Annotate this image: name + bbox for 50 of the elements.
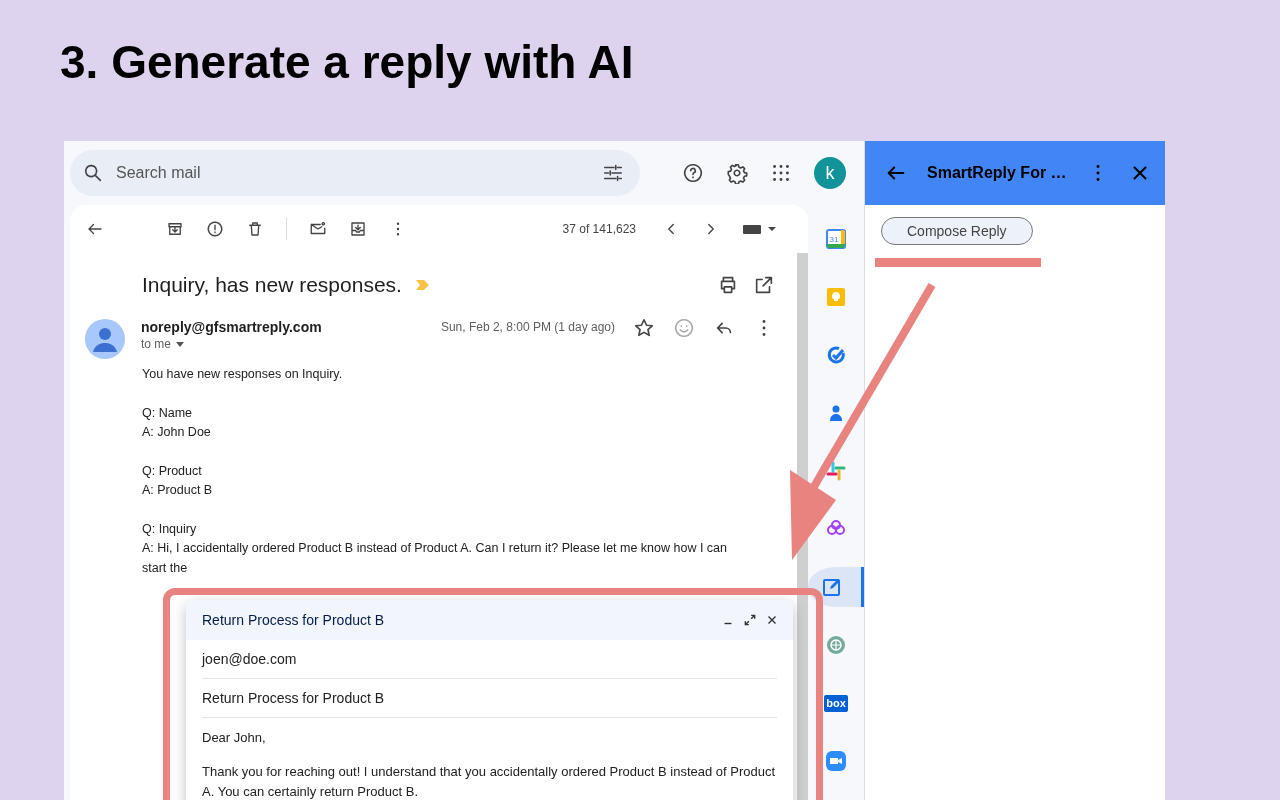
open-in-new-icon[interactable] [753, 274, 775, 296]
email-date: Sun, Feb 2, 8:00 PM (1 day ago) [440, 319, 615, 336]
email-body-line: Q: Inquiry [142, 520, 198, 538]
email-body-line: A: Hi, I accidentally ordered Product B instead of Product A. Can I return it? Please let me know how I can [142, 540, 729, 557]
search-icon [82, 162, 104, 184]
settings-icon[interactable] [726, 162, 748, 184]
star-icon[interactable] [633, 317, 655, 339]
subject-field[interactable]: Return Process for Product B [202, 679, 777, 718]
report-icon[interactable] [206, 220, 224, 238]
archive-icon[interactable] [166, 220, 184, 238]
email-body-line: Q: Product [142, 462, 203, 480]
compose-title: Return Process for Product B [202, 612, 385, 628]
expand-icon[interactable] [743, 613, 757, 627]
email-body-line: You have new responses on Inquiry. [142, 366, 344, 383]
side-app-button[interactable]: box [816, 683, 856, 723]
check-circle-icon [826, 345, 846, 365]
search-field[interactable]: Search mail [114, 163, 592, 183]
hash-icon [826, 461, 846, 481]
logo-icon: box [824, 694, 848, 712]
apps-grid-icon[interactable] [770, 162, 792, 184]
addon-title: SmartReply For … [927, 164, 1067, 182]
video-camera-icon [826, 751, 846, 771]
knot-icon [826, 635, 846, 655]
calendar-icon: 31 [826, 229, 846, 249]
lightbulb-icon [826, 287, 846, 307]
email-body-line: A: John Doe [142, 424, 212, 441]
email-body-line: Q: Name [142, 404, 193, 422]
account-avatar[interactable]: k [814, 157, 846, 189]
email-body-line: start the [142, 559, 189, 577]
trash-icon[interactable] [246, 220, 264, 238]
edit-icon [821, 577, 842, 597]
recipient-dropdown[interactable]: to me [141, 337, 322, 351]
filter-sliders-icon[interactable] [602, 162, 624, 184]
recipient-field[interactable]: joen@doe.com [202, 640, 777, 679]
slide-title: 3. Generate a reply with AI [59, 35, 635, 89]
help-icon[interactable] [682, 162, 704, 184]
compose-body-paragraph: Dear John, [202, 729, 267, 747]
avatar-silhouette-icon [85, 319, 125, 359]
side-app-button[interactable]: 31 [816, 219, 856, 259]
compose-reply-button[interactable]: Compose Reply [881, 217, 1033, 245]
side-app-button[interactable] [808, 567, 864, 607]
inbox-arrow-icon[interactable] [349, 220, 367, 238]
email-subject: Inquiry, has new responses. [142, 273, 402, 297]
search-bar[interactable]: Search mail [70, 150, 640, 196]
importance-marker-icon[interactable] [415, 280, 430, 290]
caret-icon [175, 339, 185, 349]
sender-address: noreply@gfsmartreply.com [141, 318, 322, 337]
email-body-line: A: Product B [142, 482, 214, 499]
message-count: 37 of 141,623 [562, 222, 636, 236]
compose-body-paragraph: Thank you for reaching out! I understand that you accidentally ordered Product B instead of Product A. You can certainly return Product B. [202, 763, 777, 800]
